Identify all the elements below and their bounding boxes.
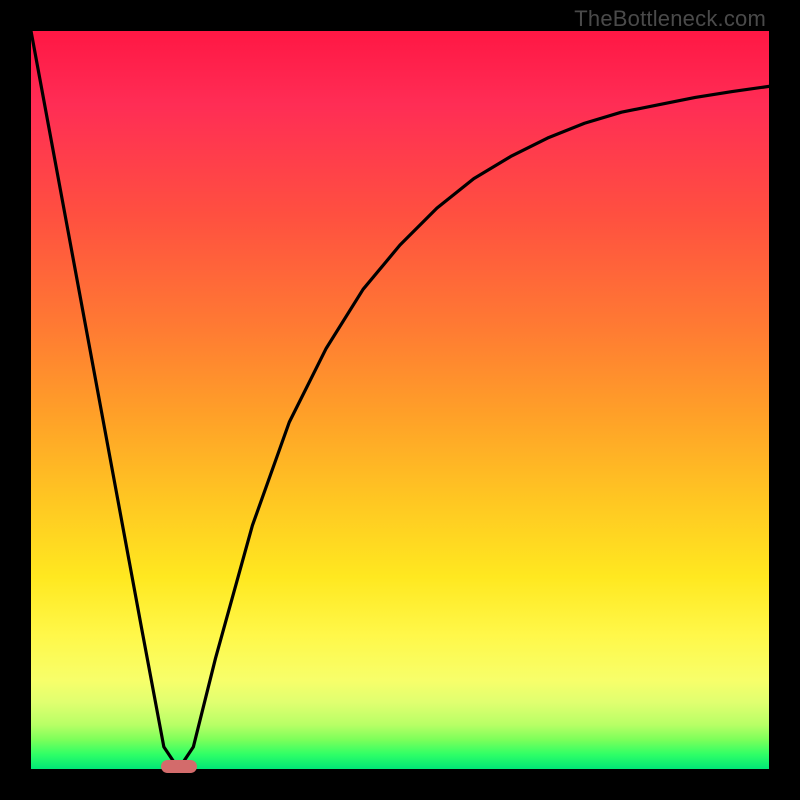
plot-area [31,31,769,769]
minimum-marker [161,760,197,773]
watermark-text: TheBottleneck.com [574,6,766,32]
chart-frame: TheBottleneck.com [0,0,800,800]
bottleneck-curve [31,31,769,769]
